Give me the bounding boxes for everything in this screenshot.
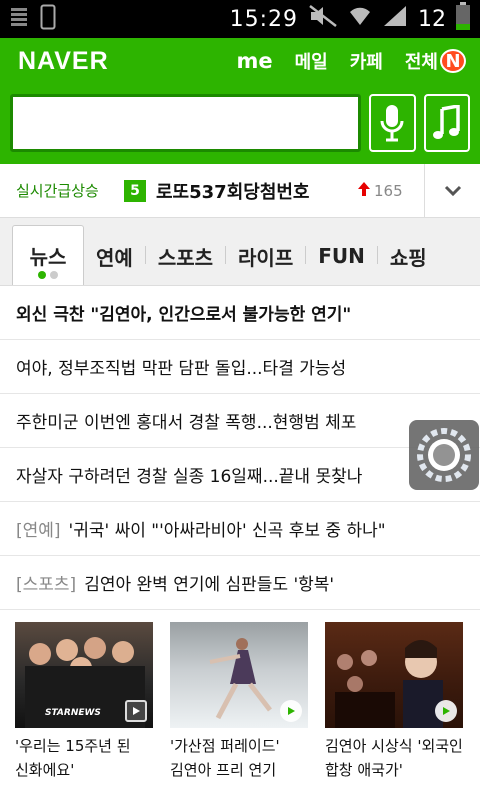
notification-icon: [10, 6, 28, 32]
wifi-icon: [348, 5, 372, 33]
news-category: [스포츠]: [16, 575, 77, 595]
news-title: 김연아 완벽 연기에 심판들도 '항복': [84, 575, 335, 595]
realtime-label: 실시간급상승: [16, 182, 99, 200]
microphone-icon: [380, 105, 404, 142]
watermark: STARNEWS: [45, 708, 101, 718]
photo-news-item[interactable]: 김연아 시상식 '외국인 합창 애국가': [325, 622, 463, 782]
play-icon: [280, 700, 302, 722]
new-badge: N: [440, 49, 466, 73]
status-bar: 15:29 12: [0, 0, 480, 38]
music-note-icon: [432, 105, 460, 139]
news-item[interactable]: [연예] '귀국' 싸이 "'아싸라비아' 신곡 후보 중 하나": [0, 502, 480, 556]
battery-icon: [456, 2, 470, 36]
thumbnail-caption: '우리는 15주년 된 신화에요': [15, 737, 131, 779]
tab-life[interactable]: 라이프: [226, 227, 305, 285]
link-all[interactable]: 전체: [394, 48, 438, 74]
thumbnail-caption: 김연아 시상식 '외국인 합창 애국가': [325, 737, 463, 779]
thumbnail-caption: '가산점 퍼레이드' 김연아 프리 연기: [170, 737, 280, 779]
voice-search-button[interactable]: [369, 94, 416, 152]
trending-keyword[interactable]: 로또537회당첨번호: [156, 178, 358, 204]
music-search-button[interactable]: [423, 94, 470, 152]
chevron-down-icon: [444, 185, 461, 196]
gear-icon: [417, 428, 471, 482]
phone-icon: [40, 4, 56, 34]
link-mail[interactable]: 메일: [284, 48, 339, 74]
link-me[interactable]: me: [226, 49, 284, 73]
trending-rank: 5: [124, 179, 146, 202]
news-item[interactable]: 자살자 구하려던 경찰 실종 16일째...끝내 못찾나: [0, 448, 480, 502]
arrow-up-icon: [358, 181, 370, 200]
tab-fun[interactable]: FUN: [306, 227, 377, 285]
news-item[interactable]: 주한미군 이번엔 홍대서 경찰 폭행...현행범 체포: [0, 394, 480, 448]
photo-news: STARNEWS '우리는 15주년 된 신화에요' '가산점 퍼레이드' 김연…: [0, 610, 480, 782]
battery-level: 12: [418, 6, 446, 32]
category-tabs: 뉴스 연예 스포츠 라이프 FUN 쇼핑: [0, 218, 480, 286]
tab-entertainment[interactable]: 연예: [84, 227, 145, 285]
link-all-label: 전체: [404, 52, 438, 73]
news-list: 외신 극찬 "김연아, 인간으로서 불가능한 연기" 여야, 정부조직법 막판 …: [0, 286, 480, 610]
search-input[interactable]: [10, 94, 361, 152]
naver-header: NAVER me 메일 카페 전체 N: [0, 38, 480, 164]
realtime-trending-bar[interactable]: 실시간급상승 5 로또537회당첨번호 165: [0, 163, 480, 218]
photo-news-item[interactable]: STARNEWS '우리는 15주년 된 신화에요': [15, 622, 153, 782]
news-item[interactable]: [스포츠] 김연아 완벽 연기에 심판들도 '항복': [0, 556, 480, 610]
play-icon: [125, 700, 147, 722]
signal-icon: [382, 4, 408, 34]
clock: 15:29: [229, 6, 298, 32]
news-item[interactable]: 외신 극찬 "김연아, 인간으로서 불가능한 연기": [0, 286, 480, 340]
tab-sports[interactable]: 스포츠: [146, 227, 225, 285]
link-cafe[interactable]: 카페: [339, 48, 394, 74]
silent-mode-icon: [308, 4, 338, 34]
play-icon: [435, 700, 457, 722]
tab-shopping[interactable]: 쇼핑: [378, 227, 439, 285]
photo-news-item[interactable]: '가산점 퍼레이드' 김연아 프리 연기: [170, 622, 308, 782]
trending-count: 165: [374, 181, 403, 200]
expand-button[interactable]: [424, 163, 480, 218]
tab-news[interactable]: 뉴스: [12, 225, 84, 285]
floating-settings-button[interactable]: [409, 420, 479, 490]
thumbnail-image: [325, 622, 463, 728]
news-title: '귀국' 싸이 "'아싸라비아' 신곡 후보 중 하나": [68, 521, 386, 541]
thumbnail-image: STARNEWS: [15, 622, 153, 728]
tab-news-label: 뉴스: [29, 245, 67, 269]
thumbnail-image: [170, 622, 308, 728]
news-category: [연예]: [16, 521, 61, 541]
news-item[interactable]: 여야, 정부조직법 막판 담판 돌입...타결 가능성: [0, 340, 480, 394]
naver-logo[interactable]: NAVER: [18, 47, 109, 76]
page-indicator: [38, 271, 58, 279]
